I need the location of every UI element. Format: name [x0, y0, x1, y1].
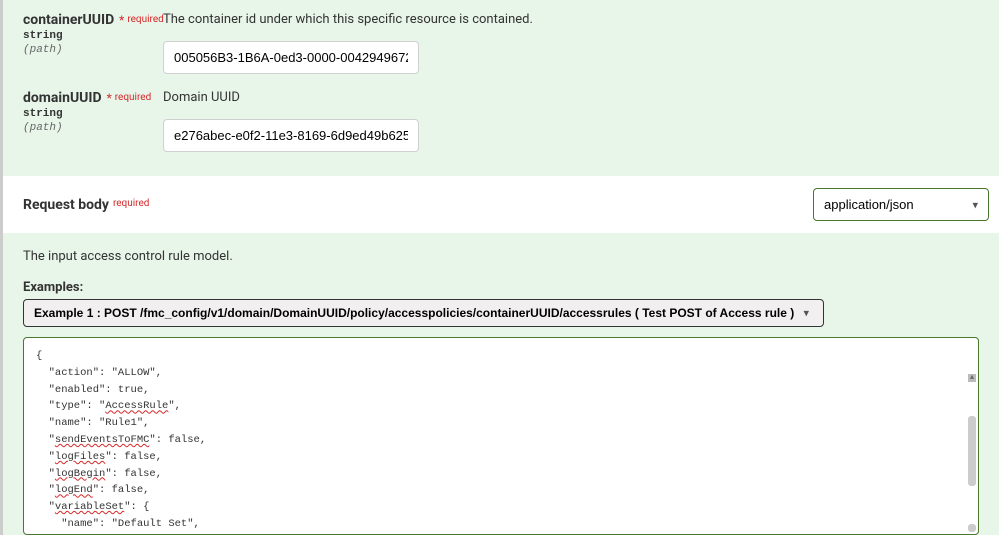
param-in-label: (path) — [23, 44, 163, 56]
scroll-up-arrow-icon[interactable]: ▴ — [968, 374, 976, 382]
required-label: required — [115, 92, 151, 103]
param-containerUUID: containerUUID *required string (path) Th… — [23, 4, 979, 82]
param-meta: containerUUID *required string (path) — [23, 12, 163, 56]
param-type-label: string — [23, 30, 163, 42]
request-body-title: Request body — [23, 197, 109, 213]
examples-label: Examples: — [23, 280, 979, 295]
required-star-icon: * — [116, 13, 124, 27]
content-type-select-wrap: application/json — [813, 188, 989, 221]
resize-handle-icon[interactable] — [968, 524, 976, 532]
param-description: Domain UUID — [163, 90, 979, 105]
body-description: The input access control rule model. — [23, 249, 979, 264]
param-type-label: string — [23, 108, 163, 120]
request-body-header: Request body required application/json — [3, 176, 999, 233]
scrollbar-vertical[interactable]: ▴ — [968, 340, 976, 503]
required-label: required — [113, 198, 149, 209]
param-domainUUID: domainUUID *required string (path) Domai… — [23, 82, 979, 160]
required-star-icon: * — [104, 91, 112, 105]
param-description: The container id under which this specif… — [163, 12, 979, 27]
domainUUID-input[interactable] — [163, 119, 419, 152]
param-meta: domainUUID *required string (path) — [23, 90, 163, 134]
param-name-label: domainUUID — [23, 90, 102, 106]
param-name-label: containerUUID — [23, 12, 114, 28]
containerUUID-input[interactable] — [163, 41, 419, 74]
required-label: required — [127, 14, 163, 25]
scroll-thumb[interactable] — [968, 416, 976, 486]
content-type-select[interactable]: application/json — [816, 191, 986, 218]
request-body-code[interactable]: { "action": "ALLOW", "enabled": true, "t… — [23, 337, 979, 535]
example-select[interactable]: Example 1 : POST /fmc_config/v1/domain/D… — [24, 300, 823, 326]
param-in-label: (path) — [23, 122, 163, 134]
example-select-wrap: Example 1 : POST /fmc_config/v1/domain/D… — [23, 299, 824, 327]
